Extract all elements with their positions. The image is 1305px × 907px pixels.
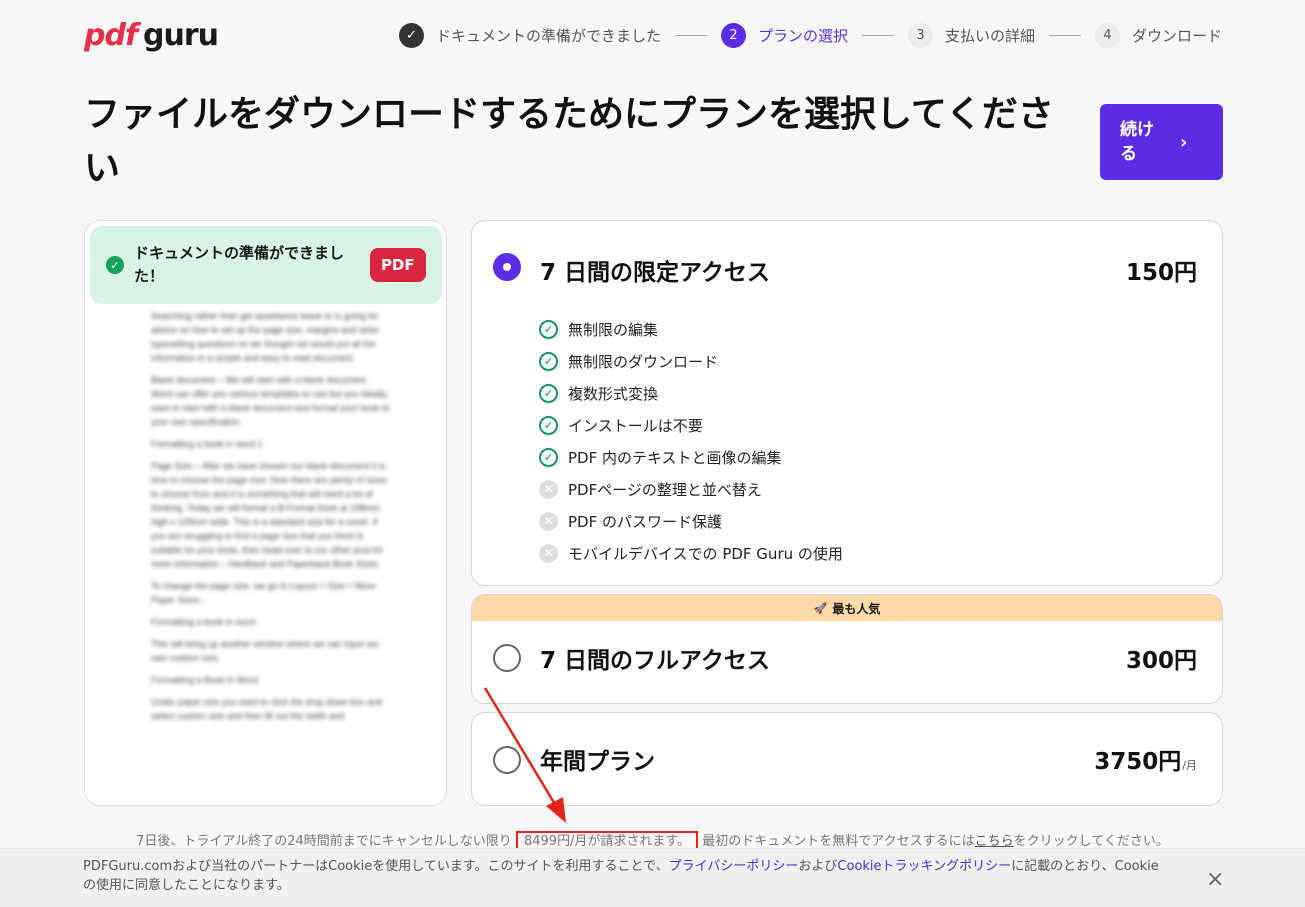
close-icon[interactable]: × — [1206, 867, 1224, 892]
continue-button-label: 続ける — [1120, 120, 1154, 164]
step-number: 3 — [907, 22, 933, 48]
most-popular-badge: 🚀 最も人気 — [472, 595, 1222, 621]
pdf-badge: PDF — [369, 248, 426, 282]
step-label: 支払いの詳細 — [944, 26, 1035, 45]
plan-radio-selected[interactable] — [493, 253, 521, 281]
document-preview: ✓ ドキュメントの準備ができました！ PDF Searching rather … — [84, 220, 447, 806]
step-divider — [674, 34, 707, 36]
ready-text: ドキュメントの準備ができました！ — [134, 244, 345, 285]
check-icon: ✓ — [539, 383, 558, 403]
check-icon: ✓ — [539, 415, 558, 435]
step-number: 4 — [1094, 22, 1120, 48]
feature-item: ✕ PDFページの整理と並べ替え — [539, 473, 843, 505]
step-label: ドキュメントの準備ができました — [435, 26, 661, 45]
step-label: プランの選択 — [757, 26, 848, 45]
x-circle-icon: ✕ — [539, 543, 558, 563]
check-icon: ✓ — [539, 319, 558, 339]
feature-item: ✓ 無制限の編集 — [539, 313, 843, 345]
check-icon: ✓ — [539, 447, 558, 467]
plan-price: 300円 — [1125, 648, 1197, 674]
step-divider — [861, 34, 894, 36]
cookie-policy-link[interactable]: Cookieトラッキングポリシー — [837, 859, 1011, 874]
cookie-text: PDFGuru.comおよび当社のパートナーはCookieを使用しています。この… — [83, 859, 1159, 893]
plan-price: 3750円/月 — [1094, 749, 1197, 775]
page-title: ファイルをダウンロードするためにプランを選択してください — [84, 94, 1054, 189]
pdf-guru-logo[interactable]: pdf guru — [84, 18, 219, 54]
document-ready-banner: ✓ ドキュメントの準備ができました！ PDF — [90, 226, 442, 304]
chevron-right-icon: › — [1180, 131, 1188, 153]
step-choose-plan: 2 プランの選択 — [720, 22, 848, 48]
plan-name: 7 日間の限定アクセス — [540, 260, 770, 286]
step-download: 4 ダウンロード — [1094, 22, 1222, 48]
rocket-icon: 🚀 — [813, 601, 828, 615]
privacy-policy-link[interactable]: プライバシーポリシー — [669, 859, 799, 874]
plan-card-7day-limited[interactable]: 7 日間の限定アクセス 150円 ✓ 無制限の編集 ✓ 無制限のダウンロード ✓ 複数… — [471, 220, 1223, 586]
plan-name: 7 日間のフルアクセス — [540, 648, 770, 674]
step-payment-details: 3 支払いの詳細 — [907, 22, 1035, 48]
feature-item: ✓ 無制限のダウンロード — [539, 345, 843, 377]
feature-item: ✓ インストールは不要 — [539, 409, 843, 441]
progress-steps: ✓ ドキュメントの準備ができました 2 プランの選択 3 支払いの詳細 4 ダウ… — [398, 22, 1222, 48]
plan-price: 150円 — [1125, 260, 1197, 286]
header: pdf guru ✓ ドキュメントの準備ができました 2 プランの選択 3 支払い… — [0, 0, 1305, 70]
plan-name: 年間プラン — [540, 749, 655, 775]
check-icon: ✓ — [398, 22, 424, 48]
x-circle-icon: ✕ — [539, 479, 558, 499]
feature-list: ✓ 無制限の編集 ✓ 無制限のダウンロード ✓ 複数形式変換 ✓ インストールは不要 ✓… — [539, 313, 843, 569]
cookie-banner: PDFGuru.comおよび当社のパートナーはCookieを使用しています。この… — [0, 848, 1305, 907]
check-circle-icon: ✓ — [106, 256, 124, 274]
step-document-ready: ✓ ドキュメントの準備ができました — [398, 22, 661, 48]
feature-item: ✓ 複数形式変換 — [539, 377, 843, 409]
check-icon: ✓ — [539, 351, 558, 371]
continue-button[interactable]: 続ける › — [1100, 104, 1223, 180]
step-number: 2 — [720, 22, 746, 48]
feature-item: ✓ PDF 内のテキストと画像の編集 — [539, 441, 843, 473]
price-unit: /月 — [1182, 759, 1197, 772]
step-divider — [1048, 34, 1081, 36]
billing-terms: 7日後、トライアル終了の24時間前までにキャンセルしない限り 8499円/月が請… — [0, 830, 1305, 852]
feature-item: ✕ PDF のパスワード保護 — [539, 505, 843, 537]
plan-radio[interactable] — [493, 746, 521, 774]
plan-card-7day-full[interactable]: 🚀 最も人気 7 日間のフルアクセス 300円 — [471, 594, 1223, 704]
plan-radio[interactable] — [493, 644, 521, 672]
free-access-link[interactable]: こちら — [975, 834, 1014, 849]
x-circle-icon: ✕ — [539, 511, 558, 531]
step-label: ダウンロード — [1131, 26, 1222, 45]
feature-item: ✕ モバイルデバイスでの PDF Guru の使用 — [539, 537, 843, 569]
blurred-document-content: Searching rather than get assistance lea… — [151, 311, 390, 721]
plan-card-annual[interactable]: 年間プラン 3750円/月 — [471, 712, 1223, 806]
